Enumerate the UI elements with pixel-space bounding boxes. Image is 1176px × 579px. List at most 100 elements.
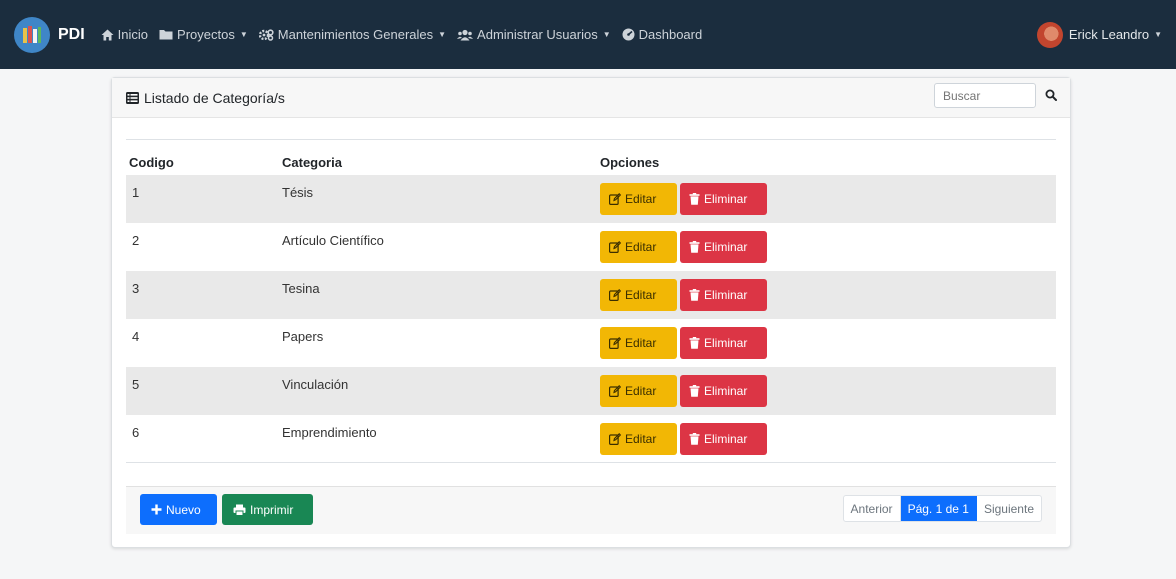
home-icon — [101, 29, 114, 41]
cell-codigo: 6 — [126, 414, 282, 463]
nav-item-label: Proyectos — [177, 27, 235, 42]
edit-button[interactable]: Editar — [600, 374, 677, 407]
cell-opciones: Editar Eliminar — [600, 223, 1056, 271]
cogs-icon — [258, 28, 274, 41]
user-name: Erick Leandro — [1068, 27, 1150, 42]
table-row: 2 Artículo Científico Editar Eliminar — [126, 223, 1056, 271]
table-row: 5 Vinculación Editar Eliminar — [126, 366, 1056, 415]
new-button[interactable]: Nuevo — [140, 494, 217, 525]
categories-table: Codigo Categoria Opciones 1 Tésis Editar El… — [126, 139, 1056, 463]
trash-icon — [689, 432, 700, 445]
print-button-label: Imprimir — [250, 502, 294, 517]
edit-button[interactable]: Editar — [600, 278, 677, 311]
edit-button-label: Editar — [625, 335, 657, 350]
nav-item-label: Dashboard — [638, 27, 703, 42]
nav-item-label: Mantenimientos Generales — [277, 27, 434, 42]
pagination: Anterior Pág. 1 de 1 Siguiente — [842, 495, 1042, 522]
edit-icon — [609, 288, 621, 301]
caret-down-icon: ▼ — [602, 30, 611, 39]
pagination-prev[interactable]: Anterior — [844, 496, 901, 521]
edit-icon — [609, 432, 621, 445]
user-menu[interactable]: Erick Leandro ▼ — [1036, 0, 1162, 69]
column-header-codigo: Codigo — [126, 139, 282, 175]
table-row: 4 Papers Editar Eliminar — [126, 319, 1056, 367]
plus-icon — [151, 504, 162, 515]
nav-item-mantenimientos[interactable]: Mantenimientos Generales ▼ — [258, 27, 447, 42]
delete-button-label: Eliminar — [704, 383, 748, 398]
delete-button[interactable]: Eliminar — [680, 278, 767, 311]
nav-item-usuarios[interactable]: Administrar Usuarios ▼ — [457, 27, 611, 42]
top-navbar: PDI Inicio Proyectos ▼ Mantenimientos Ge… — [0, 0, 1176, 69]
dashboard-icon — [622, 28, 635, 41]
cell-codigo: 4 — [132, 328, 140, 344]
categories-card: Listado de Categoría/s Codigo Categoria … — [111, 77, 1071, 548]
cell-codigo: 1 — [132, 184, 140, 200]
delete-button-label: Eliminar — [704, 287, 748, 302]
card-footer: Nuevo Imprimir Anterior Pág. 1 de 1 Sigu… — [126, 486, 1056, 534]
edit-button[interactable]: Editar — [600, 422, 677, 455]
delete-button[interactable]: Eliminar — [680, 230, 767, 263]
column-header-opciones: Opciones — [600, 139, 1056, 175]
cell-opciones: Editar Eliminar — [600, 271, 1056, 319]
table-header-row: Codigo Categoria Opciones — [126, 139, 1056, 175]
delete-button[interactable]: Eliminar — [680, 422, 767, 455]
print-button[interactable]: Imprimir — [222, 494, 313, 525]
caret-down-icon: ▼ — [239, 30, 248, 39]
edit-button-label: Editar — [625, 431, 657, 446]
cell-categoria: Emprendimiento — [282, 414, 600, 463]
delete-button[interactable]: Eliminar — [680, 182, 767, 215]
print-icon — [233, 504, 246, 516]
nav-item-proyectos[interactable]: Proyectos ▼ — [159, 27, 248, 42]
trash-icon — [689, 288, 700, 301]
list-icon — [126, 91, 139, 104]
edit-button[interactable]: Editar — [600, 182, 677, 215]
pagination-next[interactable]: Siguiente — [977, 496, 1041, 521]
main-nav: Inicio Proyectos ▼ Mantenimientos Genera… — [101, 27, 714, 42]
nav-item-label: Administrar Usuarios — [477, 27, 598, 42]
cell-categoria: Tésis — [282, 184, 314, 200]
edit-icon — [609, 384, 621, 397]
search-input[interactable] — [934, 83, 1036, 108]
nav-item-inicio[interactable]: Inicio — [101, 27, 148, 42]
trash-icon — [689, 240, 700, 253]
folder-icon — [159, 29, 173, 40]
delete-button-label: Eliminar — [704, 191, 748, 206]
caret-down-icon: ▼ — [438, 30, 447, 39]
cell-opciones: Editar Eliminar — [600, 414, 1056, 463]
edit-icon — [609, 240, 621, 253]
delete-button[interactable]: Eliminar — [680, 326, 767, 359]
edit-button[interactable]: Editar — [600, 230, 677, 263]
trash-icon — [689, 192, 700, 205]
cell-opciones: Editar Eliminar — [600, 319, 1056, 367]
trash-icon — [689, 336, 700, 349]
pagination-current[interactable]: Pág. 1 de 1 — [900, 496, 977, 521]
delete-button-label: Eliminar — [704, 335, 748, 350]
books-logo-icon — [14, 16, 50, 53]
delete-button-label: Eliminar — [704, 239, 748, 254]
cell-opciones: Editar Eliminar — [600, 175, 1056, 223]
new-button-label: Nuevo — [166, 502, 201, 517]
brand[interactable]: PDI — [14, 16, 85, 53]
trash-icon — [689, 384, 700, 397]
card-header: Listado de Categoría/s — [112, 78, 1070, 118]
cell-categoria: Papers — [282, 328, 324, 344]
avatar — [1036, 21, 1063, 48]
brand-name: PDI — [58, 25, 85, 43]
cell-categoria: Vinculación — [282, 376, 349, 392]
delete-button[interactable]: Eliminar — [680, 374, 767, 407]
cell-codigo: 5 — [132, 376, 140, 392]
table-row: 1 Tésis Editar Eliminar — [126, 174, 1056, 223]
cell-categoria: Tesina — [282, 280, 320, 296]
edit-button-label: Editar — [625, 191, 657, 206]
edit-button[interactable]: Editar — [600, 326, 677, 359]
cell-opciones: Editar Eliminar — [600, 367, 1056, 415]
edit-button-label: Editar — [625, 239, 657, 254]
delete-button-label: Eliminar — [704, 431, 748, 446]
nav-item-label: Inicio — [117, 27, 149, 42]
edit-button-label: Editar — [625, 383, 657, 398]
cell-categoria: Artículo Científico — [282, 232, 384, 248]
edit-icon — [609, 192, 621, 205]
nav-item-dashboard[interactable]: Dashboard — [622, 27, 703, 42]
search-icon[interactable] — [1042, 86, 1060, 104]
page-title: Listado de Categoría/s — [144, 89, 285, 106]
